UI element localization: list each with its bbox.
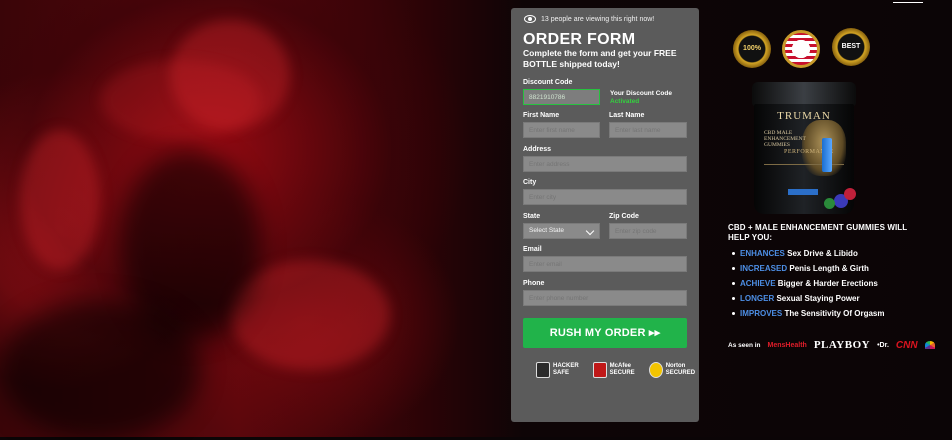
product-column: 100% BEST TRUMAN CBD MALE ENHANCEMENT GU… — [728, 0, 952, 437]
zip-label: Zip Code — [609, 213, 639, 220]
jar-subtitle: CBD MALE ENHANCEMENT GUMMIES — [764, 130, 806, 148]
benefit-item: ENHANCES Sex Drive & Libido — [732, 249, 858, 258]
chevron-down-icon — [585, 226, 595, 236]
mcafee-secure-badge: McAfee SECURE — [592, 362, 635, 378]
photo-figure-highlight — [20, 130, 100, 270]
city-input[interactable] — [523, 189, 687, 205]
email-input[interactable] — [523, 256, 687, 272]
discount-label: Discount Code — [523, 79, 573, 86]
rush-my-order-button[interactable]: RUSH MY ORDER ▸▸ — [523, 318, 687, 348]
jar-band — [788, 189, 818, 195]
bullet-icon — [732, 297, 735, 300]
gummy-image — [824, 198, 835, 209]
state-label: State — [523, 213, 541, 220]
jar-brand: TRUMAN — [777, 110, 831, 122]
bullet-icon — [732, 267, 735, 270]
last-name-input[interactable] — [609, 122, 687, 138]
bullet-icon — [732, 282, 735, 285]
order-form-panel: 13 people are viewing this right now! OR… — [511, 8, 699, 422]
dr-logo: •Dr. — [877, 341, 889, 349]
hacker-safe-icon — [536, 362, 550, 378]
playboy-logo: PLAYBOY — [813, 339, 871, 351]
first-name-label: First Name — [523, 112, 560, 119]
mcafee-shield-icon — [592, 362, 607, 378]
benefit-item: LONGER Sexual Staying Power — [732, 294, 860, 303]
best-quality-seal: BEST — [832, 28, 870, 66]
headline-line1: CBD + MALE ENHANCEMENT GUMMIES WILL — [728, 223, 908, 232]
norton-secured-badge: Norton SECURED — [648, 362, 696, 378]
as-seen-in-bar: As seen in MensHealth PLAYBOY •Dr. CNN — [728, 339, 948, 351]
badge-text: HACKER SAFE — [553, 363, 579, 376]
viewers-text: 13 people are viewing this right now! — [541, 15, 655, 23]
gummy-image — [844, 188, 856, 200]
guarantee-seal-text: 100% — [743, 45, 761, 52]
jar-lid — [752, 82, 856, 106]
benefit-item: INCREASED Penis Length & Girth — [732, 264, 869, 273]
badge-text: Norton SECURED — [665, 363, 696, 376]
eye-icon — [524, 15, 536, 23]
discount-activated-text: Activated — [610, 98, 640, 105]
vial-image — [822, 138, 832, 172]
headline-line2: HELP YOU: — [728, 233, 773, 242]
mens-health-logo: MensHealth — [767, 341, 807, 349]
best-seal-text: BEST — [841, 43, 861, 50]
badge-text: McAfee SECURE — [609, 363, 635, 376]
made-in-usa-seal — [782, 30, 820, 68]
photo-shadow — [0, 300, 200, 440]
bullet-icon — [732, 312, 735, 315]
state-select[interactable]: Select State — [523, 223, 600, 239]
phone-input[interactable] — [523, 290, 687, 306]
state-select-value: Select State — [529, 227, 565, 234]
phone-label: Phone — [523, 280, 545, 287]
zip-code-input[interactable] — [609, 223, 687, 239]
last-name-label: Last Name — [609, 112, 645, 119]
norton-check-icon — [648, 362, 663, 378]
first-name-input[interactable] — [523, 122, 600, 138]
form-title: ORDER FORM — [523, 31, 636, 48]
benefit-item: IMPROVES The Sensitivity Of Orgasm — [732, 309, 885, 318]
as-seen-in-label: As seen in — [728, 341, 761, 349]
guarantee-seal: 100% — [733, 30, 771, 68]
form-subtitle: Complete the form and get your FREE BOTT… — [523, 48, 677, 69]
jar-divider — [764, 164, 844, 175]
benefits-headline: CBD + MALE ENHANCEMENT GUMMIES WILL HELP… — [728, 223, 928, 243]
benefit-item: ACHIEVE Bigger & Harder Erections — [732, 279, 878, 288]
discount-status: Your Discount Code Activated — [610, 90, 672, 106]
hacker-safe-badge: HACKER SAFE — [536, 362, 579, 378]
discount-code-input[interactable] — [523, 89, 600, 105]
viewers-notice: 13 people are viewing this right now! — [524, 15, 654, 23]
discount-status-line1: Your Discount Code — [610, 90, 672, 97]
city-label: City — [523, 179, 537, 186]
cnn-logo: CNN — [895, 339, 918, 351]
photo-figure-highlight — [100, 60, 260, 140]
nbc-peacock-icon — [924, 341, 935, 349]
email-label: Email — [523, 246, 542, 253]
address-input[interactable] — [523, 156, 687, 172]
bullet-icon — [732, 252, 735, 255]
trust-badges: HACKER SAFE McAfee SECURE Norton SECURED — [536, 362, 695, 378]
address-label: Address — [523, 146, 552, 153]
